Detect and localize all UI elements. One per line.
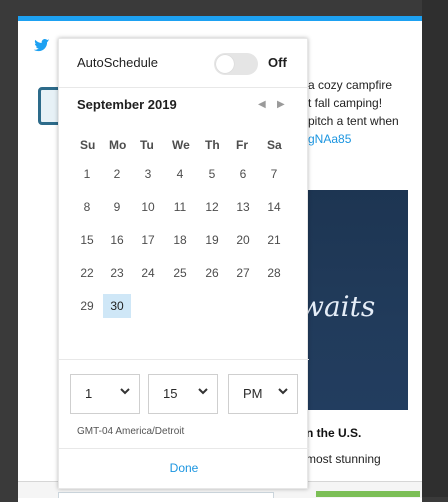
autoschedule-label: AutoSchedule: [77, 55, 158, 70]
twitter-icon: [33, 36, 51, 54]
weekday-label-saturday: Sa: [267, 138, 282, 152]
calendar-day[interactable]: 6: [229, 162, 257, 186]
calendar-day[interactable]: 5: [198, 162, 226, 186]
calendar-day[interactable]: 12: [198, 195, 226, 219]
minute-value: 15: [163, 386, 178, 401]
timezone-label: GMT-04 America/Detroit: [77, 426, 185, 437]
calendar-day[interactable]: 11: [166, 195, 194, 219]
calendar-day[interactable]: 1: [73, 162, 101, 186]
calendar-day[interactable]: 9: [103, 195, 131, 219]
calendar-day[interactable]: 21: [260, 228, 288, 252]
calendar-day[interactable]: 14: [260, 195, 288, 219]
calendar-day[interactable]: 7: [260, 162, 288, 186]
autoschedule-row: AutoSchedule Off: [59, 39, 309, 88]
weekday-label-sunday: Su: [80, 138, 96, 152]
weekday-label-tuesday: Tu: [140, 138, 154, 152]
calendar-day[interactable]: 18: [166, 228, 194, 252]
window-frame: a cozy campfire t fall camping! pitch a …: [0, 0, 448, 502]
prev-month-icon[interactable]: ◀: [258, 99, 266, 110]
calendar-day-selected[interactable]: 30: [103, 294, 131, 318]
calendar-day[interactable]: 3: [134, 162, 162, 186]
ampm-select[interactable]: PM: [228, 374, 298, 414]
schedule-popover: AutoSchedule Off September 2019 ◀ ▶ Su M…: [58, 38, 309, 489]
calendar-day[interactable]: 25: [166, 261, 194, 285]
hour-value: 1: [85, 386, 93, 401]
calendar-day[interactable]: 28: [260, 261, 288, 285]
calendar-day[interactable]: 16: [103, 228, 131, 252]
calendar-day[interactable]: 20: [229, 228, 257, 252]
tweet-line: t fall camping!: [308, 96, 383, 110]
tweet-line: a cozy campfire: [308, 78, 393, 92]
hour-select[interactable]: 1: [70, 374, 140, 414]
calendar-day[interactable]: 22: [73, 261, 101, 285]
weekday-label-thursday: Th: [205, 138, 220, 152]
autoschedule-toggle[interactable]: [214, 53, 258, 75]
tweet-line: pitch a tent when: [308, 114, 399, 128]
calendar-day[interactable]: 13: [229, 195, 257, 219]
media-overlay-text: waits: [300, 290, 376, 323]
calendar-day[interactable]: 2: [103, 162, 131, 186]
calendar-day[interactable]: 27: [229, 261, 257, 285]
calendar-day[interactable]: 19: [198, 228, 226, 252]
toggle-state-label: Off: [268, 55, 287, 70]
bottom-input[interactable]: [58, 492, 274, 498]
calendar-day[interactable]: 10: [134, 195, 162, 219]
calendar-day[interactable]: 15: [73, 228, 101, 252]
chevron-down-icon: [197, 385, 209, 397]
chevron-down-icon: [277, 385, 289, 397]
page-edge: [422, 0, 448, 497]
tweet-text-fragment: a cozy campfire t fall camping! pitch a …: [308, 76, 418, 148]
calendar-day[interactable]: 29: [73, 294, 101, 318]
ampm-value: PM: [243, 386, 263, 401]
minute-select[interactable]: 15: [148, 374, 218, 414]
weekday-label-monday: Mo: [109, 138, 127, 152]
section-divider: [59, 359, 309, 360]
calendar-day[interactable]: 26: [198, 261, 226, 285]
next-month-icon[interactable]: ▶: [277, 99, 285, 110]
card-title: n the U.S.: [306, 426, 362, 440]
calendar-day[interactable]: 23: [103, 261, 131, 285]
calendar-day[interactable]: 8: [73, 195, 101, 219]
bottom-action-button[interactable]: [316, 491, 420, 497]
calendar-day[interactable]: 24: [134, 261, 162, 285]
tweet-link[interactable]: gNAa85: [308, 130, 418, 148]
card-description: most stunning: [306, 452, 381, 466]
calendar-day[interactable]: 17: [134, 228, 162, 252]
weekday-label-friday: Fr: [236, 138, 248, 152]
done-button[interactable]: Done: [59, 448, 309, 488]
calendar-day[interactable]: 4: [166, 162, 194, 186]
toggle-knob: [216, 55, 234, 73]
weekday-label-wednesday: We: [172, 138, 190, 152]
chevron-down-icon: [119, 385, 131, 397]
month-title: September 2019: [77, 97, 177, 112]
